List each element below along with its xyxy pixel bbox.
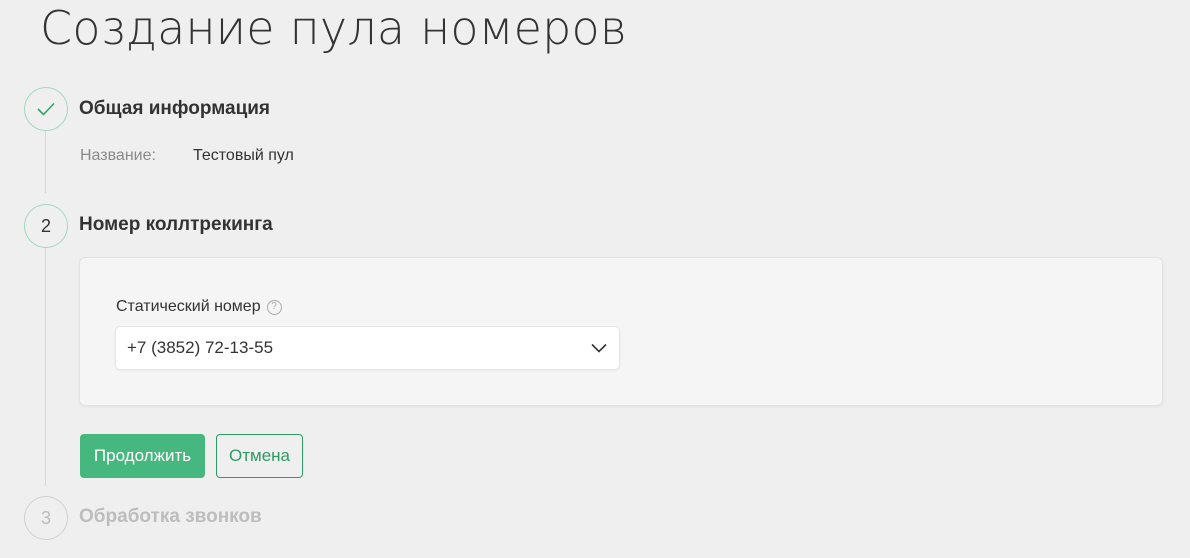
step-3-title: Обработка звонков <box>79 506 262 527</box>
step-connector <box>45 131 46 193</box>
step-3-indicator: 3 <box>24 496 68 540</box>
static-number-label: Статический номер ? <box>116 298 282 316</box>
static-number-label-text: Статический номер <box>116 298 261 315</box>
page-title: Создание пула номеров <box>40 1 627 55</box>
help-icon[interactable]: ? <box>266 299 282 315</box>
page: Создание пула номеров Общая информация Н… <box>0 0 1190 558</box>
static-number-selected-value: +7 (3852) 72-13-55 <box>127 338 274 357</box>
continue-button[interactable]: Продолжить <box>80 434 205 478</box>
step-2-indicator: 2 <box>24 204 68 248</box>
step-2-number: 2 <box>40 215 51 236</box>
summary-name-label: Название: <box>80 147 156 164</box>
cancel-button[interactable]: Отмена <box>216 434 303 478</box>
checkmark-icon <box>37 102 55 116</box>
step-2-title: Номер коллтрекинга <box>79 214 273 235</box>
step-1-title[interactable]: Общая информация <box>79 98 270 120</box>
static-number-select[interactable]: +7 (3852) 72-13-55 <box>115 326 620 370</box>
step-2-form-card: Статический номер ? +7 (3852) 72-13-55 <box>79 257 1163 406</box>
step-connector <box>45 247 46 486</box>
step-3-number: 3 <box>40 507 51 528</box>
summary-name-value: Тестовый пул <box>193 147 294 164</box>
chevron-down-icon <box>591 343 607 353</box>
step-1-indicator <box>24 87 68 131</box>
